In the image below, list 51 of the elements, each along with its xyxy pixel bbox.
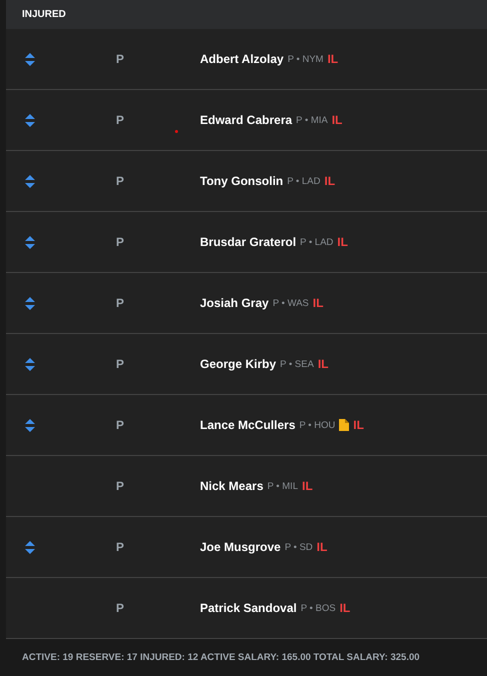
move-handle-icon[interactable] — [25, 52, 35, 66]
move-handle-icon[interactable] — [25, 296, 35, 310]
player-meta: P • SEA — [280, 358, 314, 370]
player-name[interactable]: Nick Mears — [200, 479, 264, 493]
injury-status: IL — [318, 357, 328, 371]
move-handle-icon[interactable] — [25, 540, 35, 554]
move-handle-icon[interactable] — [25, 418, 35, 432]
injury-status: IL — [340, 601, 350, 615]
player-name[interactable]: Edward Cabrera — [200, 113, 292, 127]
position-label: P — [116, 296, 124, 310]
player-meta: P • HOU — [299, 420, 336, 430]
player-name[interactable]: Tony Gonsolin — [200, 174, 284, 188]
position-label: P — [116, 479, 124, 493]
player-meta: P • BOS — [300, 602, 336, 614]
player-name[interactable]: Brusdar Graterol — [200, 235, 296, 249]
player-meta: P • MIL — [267, 480, 298, 492]
player-name[interactable]: Josiah Gray — [200, 296, 269, 310]
injury-status: IL — [337, 235, 348, 249]
player-name[interactable]: Lance McCullers — [200, 418, 296, 432]
player-meta: P • LAD — [300, 236, 334, 248]
roster-summary: ACTIVE: 19 RESERVE: 17 INJURED: 12 ACTIVE SALARY: 165.00 TOTAL SALARY: 325.00 — [22, 652, 420, 663]
position-label: P — [116, 113, 124, 127]
player-meta: P • WAS — [272, 298, 309, 308]
position-label: P — [116, 540, 124, 554]
injury-status: IL — [312, 296, 324, 310]
position-label: P — [116, 601, 124, 615]
player-meta: P • MIA — [296, 114, 328, 126]
position-label: P — [116, 235, 124, 249]
player-name[interactable]: Joe Musgrove — [200, 540, 281, 554]
injury-status: IL — [332, 113, 342, 127]
position-label: P — [116, 52, 124, 66]
position-label: P — [116, 418, 124, 432]
position-label: P — [116, 174, 124, 188]
player-meta: P • LAD — [287, 176, 320, 186]
injury-status: IL — [316, 540, 328, 554]
player-name[interactable]: Patrick Sandoval — [200, 601, 297, 615]
injury-status: IL — [324, 174, 336, 188]
position-label: P — [116, 357, 124, 371]
move-handle-icon[interactable] — [25, 236, 35, 248]
note-icon[interactable] — [339, 419, 350, 431]
move-handle-icon[interactable] — [25, 114, 35, 126]
player-name[interactable]: Adbert Alzolay — [200, 52, 284, 66]
player-meta: P • NYM — [288, 54, 324, 64]
player-name[interactable]: George Kirby — [200, 357, 276, 371]
section-title: INJURED — [22, 9, 66, 20]
injury-status: IL — [302, 479, 313, 493]
move-handle-icon[interactable] — [25, 174, 35, 188]
injury-status: IL — [353, 418, 364, 432]
player-meta: P • SD — [284, 542, 313, 552]
injury-status: IL — [327, 52, 338, 66]
move-handle-icon[interactable] — [25, 358, 35, 370]
